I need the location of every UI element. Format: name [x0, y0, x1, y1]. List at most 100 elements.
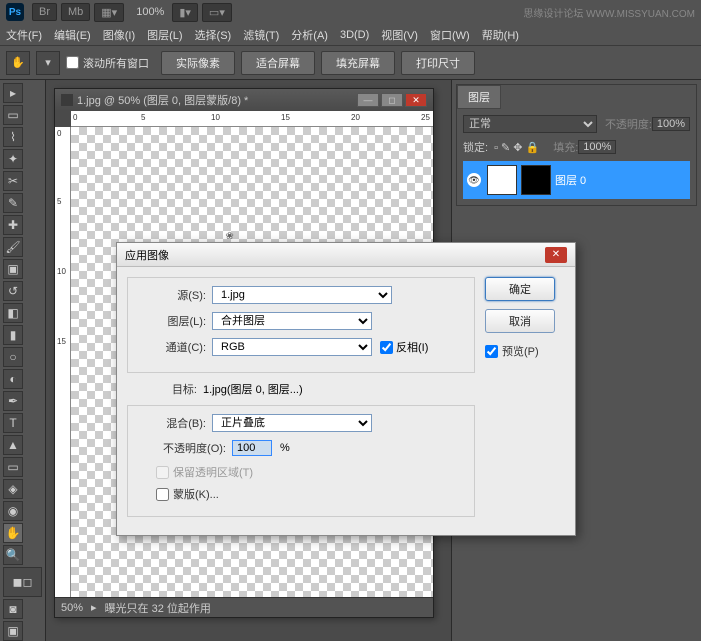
- view-extras-button[interactable]: ▦▾: [94, 3, 124, 22]
- move-tool-icon[interactable]: ▸: [3, 83, 23, 103]
- close-button[interactable]: ✕: [405, 93, 427, 107]
- screen-mode-button[interactable]: ▭▾: [202, 3, 232, 22]
- bridge-button[interactable]: Br: [32, 3, 57, 21]
- menu-select[interactable]: 选择(S): [195, 27, 232, 43]
- menu-analysis[interactable]: 分析(A): [291, 27, 328, 43]
- layer-thumb[interactable]: [487, 165, 517, 195]
- preview-checkbox[interactable]: 预览(P): [485, 343, 565, 359]
- fill-label: 填充:: [553, 139, 578, 155]
- eraser-tool-icon[interactable]: ◧: [3, 303, 23, 323]
- zoom-level[interactable]: 100%: [136, 6, 164, 18]
- opacity-unit: %: [280, 442, 290, 454]
- status-zoom[interactable]: 50%: [61, 602, 83, 614]
- layers-panel: 图层 正常 不透明度: 锁定: ▫ ✎ ✥ 🔒 填充: 👁: [456, 84, 697, 206]
- menu-3d[interactable]: 3D(D): [340, 29, 369, 41]
- lock-icons[interactable]: ▫ ✎ ✥ 🔒: [494, 141, 539, 154]
- target-label: 目标:: [127, 381, 197, 397]
- options-bar: ✋ ▾ 滚动所有窗口 实际像素 适合屏幕 填充屏幕 打印尺寸: [0, 46, 701, 80]
- shape-tool-icon[interactable]: ▭: [3, 457, 23, 477]
- tool-preset-icon[interactable]: ▾: [36, 51, 60, 75]
- marquee-tool-icon[interactable]: ▭: [3, 105, 23, 125]
- lasso-tool-icon[interactable]: ⌇: [3, 127, 23, 147]
- quick-select-tool-icon[interactable]: ✦: [3, 149, 23, 169]
- mask-thumb[interactable]: [521, 165, 551, 195]
- type-tool-icon[interactable]: T: [3, 413, 23, 433]
- eyedropper-tool-icon[interactable]: ✎: [3, 193, 23, 213]
- fill-input[interactable]: [578, 140, 616, 154]
- opacity-input[interactable]: [652, 117, 690, 131]
- menu-file[interactable]: 文件(F): [6, 27, 42, 43]
- maximize-button[interactable]: ◻: [381, 93, 403, 107]
- lock-label: 锁定:: [463, 139, 488, 155]
- blend-select[interactable]: 正片叠底: [212, 414, 372, 432]
- actual-pixels-button[interactable]: 实际像素: [161, 51, 235, 75]
- history-brush-icon[interactable]: ↺: [3, 281, 23, 301]
- ok-button[interactable]: 确定: [485, 277, 555, 301]
- 3d-tool-icon[interactable]: ◈: [3, 479, 23, 499]
- layers-list: 👁 图层 0: [463, 161, 690, 199]
- pen-tool-icon[interactable]: ✒: [3, 391, 23, 411]
- document-titlebar[interactable]: 1.jpg @ 50% (图层 0, 图层蒙版/8) * — ◻ ✕: [55, 89, 433, 111]
- layers-tab[interactable]: 图层: [457, 85, 501, 109]
- channel-select[interactable]: RGB: [212, 338, 372, 356]
- scroll-all-checkbox[interactable]: 滚动所有窗口: [66, 55, 149, 71]
- menu-view[interactable]: 视图(V): [381, 27, 418, 43]
- minimize-button[interactable]: —: [357, 93, 379, 107]
- menubar: 文件(F) 编辑(E) 图像(I) 图层(L) 选择(S) 滤镜(T) 分析(A…: [0, 24, 701, 46]
- blend-label: 混合(B):: [136, 415, 206, 431]
- layer-select[interactable]: 合并图层: [212, 312, 372, 330]
- doc-icon: [61, 94, 73, 106]
- ps-logo: Ps: [6, 3, 24, 21]
- gradient-tool-icon[interactable]: ▮: [3, 325, 23, 345]
- invert-checkbox[interactable]: 反相(I): [380, 339, 428, 355]
- fit-screen-button[interactable]: 适合屏幕: [241, 51, 315, 75]
- statusbar: 50% ▸ 曝光只在 32 位起作用: [55, 597, 433, 617]
- menu-filter[interactable]: 滤镜(T): [243, 27, 279, 43]
- source-label: 源(S):: [136, 287, 206, 303]
- hand-tool-icon[interactable]: ✋: [6, 51, 30, 75]
- layer-label: 图层(L):: [136, 313, 206, 329]
- fg-bg-swatch[interactable]: ◼◻: [3, 567, 42, 597]
- dodge-tool-icon[interactable]: ◐: [3, 369, 23, 389]
- target-value: 1.jpg(图层 0, 图层...): [203, 381, 303, 397]
- minibridge-button[interactable]: Mb: [61, 3, 90, 21]
- 3d-camera-icon[interactable]: ◉: [3, 501, 23, 521]
- cancel-button[interactable]: 取消: [485, 309, 555, 333]
- menu-window[interactable]: 窗口(W): [430, 27, 470, 43]
- document-title: 1.jpg @ 50% (图层 0, 图层蒙版/8) *: [77, 92, 248, 108]
- channel-label: 通道(C):: [136, 339, 206, 355]
- stamp-tool-icon[interactable]: ▣: [3, 259, 23, 279]
- layer-row[interactable]: 👁 图层 0: [463, 161, 690, 199]
- blend-mode-select[interactable]: 正常: [463, 115, 597, 133]
- blur-tool-icon[interactable]: ○: [3, 347, 23, 367]
- menu-help[interactable]: 帮助(H): [482, 27, 519, 43]
- fill-screen-button[interactable]: 填充屏幕: [321, 51, 395, 75]
- dialog-titlebar[interactable]: 应用图像 ✕: [117, 243, 575, 267]
- watermark-text: 思缘设计论坛 WWW.MISSYUAN.COM: [523, 5, 695, 20]
- mask-checkbox[interactable]: 蒙版(K)...: [156, 486, 466, 502]
- toolbox: ▸▭ ⌇✦ ✂✎ ✚🖌 ▣↺ ◧▮ ○◐ ✒T ▲▭ ◈◉ ✋🔍 ◼◻ ◙▣: [0, 80, 46, 641]
- menu-edit[interactable]: 编辑(E): [54, 27, 91, 43]
- dialog-title: 应用图像: [125, 247, 169, 263]
- visibility-icon[interactable]: 👁: [467, 173, 481, 187]
- app-header: Ps Br Mb ▦▾ 100% ▮▾ ▭▾ 思缘设计论坛 WWW.MISSYU…: [0, 0, 701, 24]
- zoom-tool-icon[interactable]: 🔍: [3, 545, 23, 565]
- status-text: 曝光只在 32 位起作用: [105, 600, 211, 616]
- hand-tool-icon-tb[interactable]: ✋: [3, 523, 23, 543]
- source-select[interactable]: 1.jpg: [212, 286, 392, 304]
- print-size-button[interactable]: 打印尺寸: [401, 51, 475, 75]
- quick-mask-icon[interactable]: ◙: [3, 599, 23, 619]
- arrange-button[interactable]: ▮▾: [172, 3, 198, 22]
- layer-name[interactable]: 图层 0: [555, 172, 586, 188]
- path-select-icon[interactable]: ▲: [3, 435, 23, 455]
- menu-image[interactable]: 图像(I): [103, 27, 135, 43]
- ruler-horizontal: 0 5 10 15 20 25: [71, 111, 433, 127]
- brush-tool-icon[interactable]: 🖌: [3, 237, 23, 257]
- screen-mode-icon[interactable]: ▣: [3, 621, 23, 641]
- dialog-close-icon[interactable]: ✕: [545, 247, 567, 263]
- crop-tool-icon[interactable]: ✂: [3, 171, 23, 191]
- menu-layer[interactable]: 图层(L): [147, 27, 182, 43]
- heal-tool-icon[interactable]: ✚: [3, 215, 23, 235]
- dialog-opacity-input[interactable]: [232, 440, 272, 456]
- preserve-transparency-checkbox[interactable]: 保留透明区域(T): [156, 464, 466, 480]
